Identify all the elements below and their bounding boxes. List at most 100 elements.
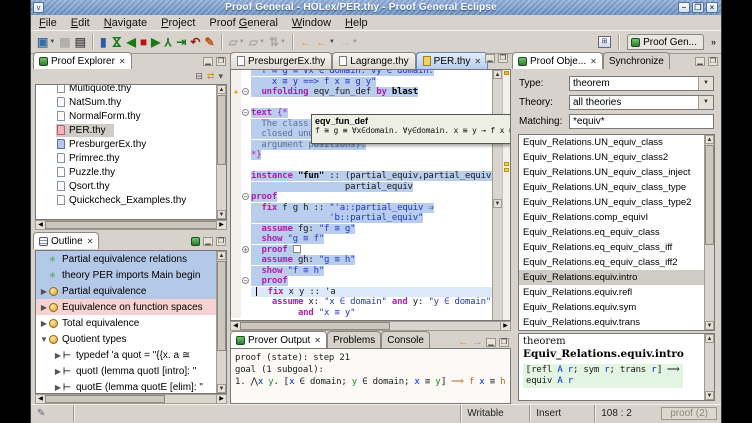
focus-view-icon[interactable] bbox=[191, 237, 200, 246]
open-goals-icon[interactable]: ▮ bbox=[98, 33, 109, 51]
file-tree-item[interactable]: Primrec.thy bbox=[36, 151, 216, 165]
menu-navigate[interactable]: Navigate bbox=[104, 17, 147, 29]
run-to-end-icon[interactable]: ⇥ bbox=[174, 33, 188, 51]
scrollbar-thumb[interactable] bbox=[45, 221, 217, 229]
matching-input[interactable] bbox=[569, 114, 714, 129]
tab-outline[interactable]: Outline ✕ bbox=[33, 232, 99, 249]
maximize-view-icon[interactable]: ❐ bbox=[216, 237, 226, 246]
back-history-icon[interactable]: ←▼ bbox=[314, 33, 337, 51]
maximize-view-icon[interactable]: ❐ bbox=[499, 338, 509, 347]
file-tree-item[interactable]: PresburgerEx.thy bbox=[36, 137, 216, 151]
fold-collapse-icon[interactable]: − bbox=[241, 192, 251, 203]
scripting-pen-icon[interactable]: ✎ bbox=[202, 33, 216, 51]
fold-collapse-icon[interactable]: − bbox=[241, 108, 251, 119]
dropdown-arrow-icon[interactable]: ▼ bbox=[259, 33, 265, 51]
scroll-up-icon[interactable]: ▲ bbox=[217, 251, 226, 260]
warning-mark[interactable] bbox=[504, 71, 509, 75]
scroll-down-icon[interactable]: ▼ bbox=[705, 391, 714, 400]
theorem-list-item[interactable]: Equiv_Relations.UN_equiv_class_inject bbox=[519, 165, 704, 180]
interrupt-icon[interactable]: ■ bbox=[138, 33, 149, 51]
collapsed-region-box[interactable] bbox=[293, 245, 301, 253]
tab-console[interactable]: Console bbox=[381, 331, 430, 348]
chevron-right-icon[interactable]: ▶ bbox=[53, 383, 63, 392]
fold-collapse-icon[interactable]: − bbox=[241, 276, 251, 287]
close-icon[interactable]: ✕ bbox=[314, 336, 321, 345]
scroll-right-icon[interactable]: ▶ bbox=[500, 322, 510, 330]
editor-vertical-scrollbar[interactable]: ▲ ▼ bbox=[492, 70, 502, 320]
dropdown-arrow-icon[interactable]: ▼ bbox=[239, 33, 245, 51]
outline-item[interactable]: ▶Total equivalence bbox=[36, 315, 216, 331]
retract-icon[interactable]: ↶ bbox=[188, 33, 202, 51]
fast-view-icon[interactable]: ✎ bbox=[37, 408, 45, 419]
scroll-down-icon[interactable]: ▼ bbox=[705, 321, 714, 330]
minimize-view-icon[interactable]: ▁ bbox=[695, 57, 705, 66]
outline-item[interactable]: ▶⊢quotI (lemma quotI [intro]: " bbox=[36, 363, 216, 379]
outline-item[interactable]: ✳Partial equivalence relations bbox=[36, 251, 216, 267]
detail-scrollbar[interactable]: ▲ ▼ bbox=[704, 334, 714, 400]
new-wizard-icon[interactable]: ▣▼ bbox=[35, 33, 57, 51]
chevron-right-icon[interactable]: ▶ bbox=[53, 367, 63, 376]
proof-state-button[interactable]: proof (2) bbox=[661, 407, 717, 420]
scroll-up-icon[interactable]: ▲ bbox=[705, 135, 714, 144]
close-icon[interactable]: ✕ bbox=[119, 57, 126, 66]
menu-edit[interactable]: Edit bbox=[71, 17, 90, 29]
theorem-list-item[interactable]: Equiv_Relations.eq_equiv_class_iff2 bbox=[519, 255, 704, 270]
theorem-list[interactable]: Equiv_Relations.UN_equiv_classEquiv_Rela… bbox=[519, 135, 704, 330]
menu-file[interactable]: File bbox=[39, 17, 57, 29]
scroll-down-icon[interactable]: ▼ bbox=[493, 199, 502, 208]
chevron-right-icon[interactable]: ▶ bbox=[53, 351, 63, 360]
theorem-list-item[interactable]: Equiv_Relations.eq_equiv_class bbox=[519, 225, 704, 240]
file-tree-item[interactable]: PER.thy bbox=[36, 123, 216, 137]
prover-output-text[interactable]: proof (state): step 21goal (1 subgoal):1… bbox=[230, 348, 511, 404]
maximize-view-icon[interactable]: ❐ bbox=[708, 57, 718, 66]
file-tree[interactable]: Multiquote.thyNatSum.thyNormalForm.thyPE… bbox=[36, 85, 216, 219]
editor-content[interactable]: f ≅ g ≡ ∀x ∈ domain. ∀y ∈ domain. x ≅ y … bbox=[230, 69, 511, 321]
tab-synchronize[interactable]: Synchronize bbox=[603, 52, 670, 69]
chevron-right-icon[interactable]: ▶ bbox=[39, 287, 49, 296]
close-icon[interactable]: ✕ bbox=[474, 57, 481, 66]
chevron-down-icon[interactable]: ▼ bbox=[39, 335, 49, 344]
explorer-vertical-scrollbar[interactable]: ▲ ▼ bbox=[216, 85, 226, 219]
collapse-all-icon[interactable]: ⊟ bbox=[195, 71, 203, 82]
scroll-up-icon[interactable]: ▲ bbox=[705, 334, 714, 343]
theorem-list-item[interactable]: Equiv_Relations.UN_equiv_class_type bbox=[519, 180, 704, 195]
menu-window[interactable]: Window bbox=[292, 17, 331, 29]
scroll-down-icon[interactable]: ▼ bbox=[217, 210, 226, 219]
editor-tab-per-thy[interactable]: PER.thy✕ bbox=[416, 52, 488, 69]
file-tree-item[interactable]: NormalForm.thy bbox=[36, 109, 216, 123]
file-tree-item[interactable]: Multiquote.thy bbox=[36, 85, 216, 95]
scroll-up-icon[interactable]: ▲ bbox=[217, 85, 226, 94]
theorem-list-item[interactable]: Equiv_Relations.UN_equiv_class2 bbox=[519, 150, 704, 165]
back-icon[interactable]: ← bbox=[458, 336, 469, 348]
link-with-editor-icon[interactable]: ⇄ bbox=[207, 71, 215, 82]
menu-help[interactable]: Help bbox=[345, 17, 368, 29]
outline-vertical-scrollbar[interactable]: ▲ ▼ bbox=[216, 251, 226, 393]
tab-problems[interactable]: Problems bbox=[327, 331, 381, 348]
file-tree-item[interactable]: NatSum.thy bbox=[36, 95, 216, 109]
maximize-view-icon[interactable]: ❐ bbox=[498, 54, 508, 63]
theorem-list-item[interactable]: Equiv_Relations.equiv.sym bbox=[519, 300, 704, 315]
theorem-list-item[interactable]: Equiv_Relations.UN_equiv_class_type2 bbox=[519, 195, 704, 210]
chevron-right-icon[interactable]: ▶ bbox=[39, 303, 49, 312]
dropdown-arrow-icon[interactable]: ▼ bbox=[329, 33, 335, 51]
scroll-right-icon[interactable]: ▶ bbox=[216, 395, 226, 403]
editor-text-area[interactable]: f ≅ g ≡ ∀x ∈ domain. ∀y ∈ domain. x ≅ y … bbox=[231, 70, 492, 320]
tab-proof-explorer[interactable]: Proof Explorer ✕ bbox=[33, 52, 132, 69]
menu-proof-general[interactable]: Proof General bbox=[209, 17, 278, 29]
minimize-view-icon[interactable]: ▁ bbox=[203, 57, 213, 66]
close-icon[interactable]: ✕ bbox=[87, 237, 94, 246]
scroll-down-icon[interactable]: ▼ bbox=[217, 384, 226, 393]
file-tree-item[interactable]: Puzzle.thy bbox=[36, 165, 216, 179]
scrollbar-thumb[interactable] bbox=[45, 395, 165, 403]
next-step-icon[interactable]: ▶ bbox=[149, 33, 162, 51]
overview-ruler[interactable] bbox=[502, 70, 510, 320]
theorem-list-item[interactable]: Equiv_Relations.equiv.intro bbox=[519, 270, 704, 285]
chevron-down-icon[interactable]: ▼ bbox=[698, 77, 713, 90]
minimize-button[interactable]: – bbox=[678, 2, 690, 13]
minimize-view-icon[interactable]: ▁ bbox=[486, 338, 496, 347]
dropdown-arrow-icon[interactable]: ▼ bbox=[352, 33, 358, 51]
editor-horizontal-scrollbar[interactable]: ◀ ▶ bbox=[230, 321, 511, 331]
print-icon[interactable]: ▤ bbox=[73, 33, 88, 51]
type-select[interactable]: theorem ▼ bbox=[569, 76, 714, 91]
maximize-view-icon[interactable]: ❐ bbox=[216, 57, 226, 66]
